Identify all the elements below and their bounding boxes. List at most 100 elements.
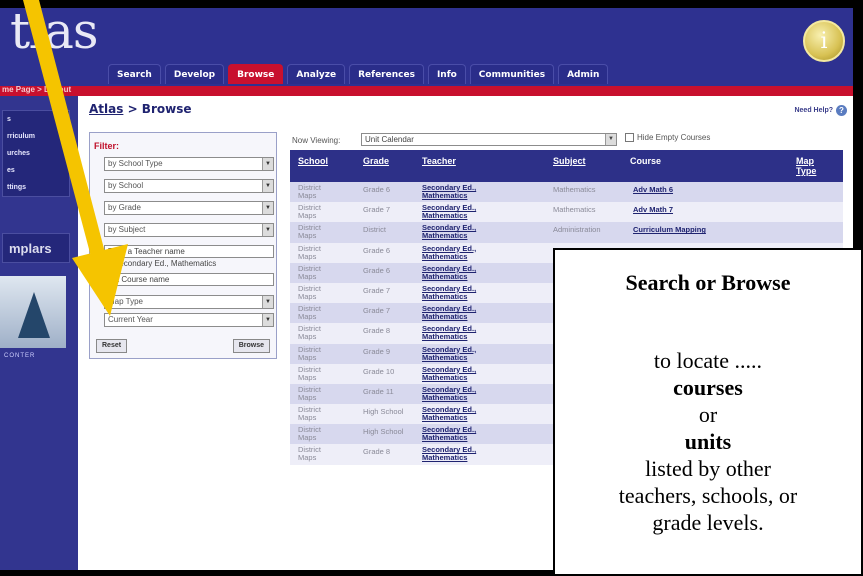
cell-grade: Grade 6 <box>363 265 391 275</box>
photo-caption: CONTER <box>4 353 36 359</box>
col-map-type-line2[interactable]: Type <box>796 166 816 176</box>
cell-school-line: Maps <box>298 372 317 382</box>
cell-course-link[interactable]: Adv Math 6 <box>633 186 673 194</box>
cell-school: District Maps <box>298 426 321 442</box>
col-subject[interactable]: Subject <box>553 156 586 166</box>
sidebar-item[interactable]: ttings <box>3 179 69 196</box>
cell-teacher-link[interactable]: Secondary Ed., Mathematics <box>422 345 476 362</box>
tab-browse[interactable]: Browse <box>228 64 284 84</box>
cell-grade: High School <box>363 427 404 437</box>
cell-school-line: Maps <box>298 211 317 221</box>
cell-teacher-line: Mathematics <box>422 392 468 402</box>
sidebar-menu: s rriculum urches es ttings <box>2 110 70 197</box>
cell-subject: Mathematics <box>553 185 596 194</box>
cell-grade: Grade 10 <box>363 366 395 376</box>
help-icon: ? <box>836 105 847 116</box>
now-viewing-value: Unit Calendar <box>365 135 414 144</box>
cell-course-link[interactable]: Adv Math 7 <box>633 206 673 214</box>
cell-teacher-line: Mathematics <box>422 271 468 281</box>
cell-teacher-link[interactable]: Secondary Ed., Mathematics <box>422 446 476 462</box>
cell-teacher-link[interactable]: Secondary Ed., Mathematics <box>422 385 476 402</box>
cell-school: District Maps <box>298 204 321 220</box>
now-viewing-select[interactable]: Unit Calendar ▼ <box>361 133 617 146</box>
cell-teacher-line: Mathematics <box>422 251 468 261</box>
cell-teacher-link[interactable]: Secondary Ed., Mathematics <box>422 184 476 200</box>
hide-empty-toggle[interactable]: Hide Empty Courses <box>625 133 710 142</box>
cell-teacher-line: Mathematics <box>422 352 468 362</box>
sidebar-item[interactable]: urches <box>3 145 69 162</box>
need-help-link[interactable]: Need Help? ? <box>794 105 847 116</box>
grade-select[interactable]: by Grade ▼ <box>104 201 274 215</box>
browse-button[interactable]: Browse <box>232 339 270 353</box>
cell-school: District Maps <box>298 406 321 422</box>
cell-teacher-link[interactable]: Secondary Ed., Mathematics <box>422 305 476 321</box>
cell-teacher-link[interactable]: Secondary Ed., Mathematics <box>422 224 476 240</box>
tab-analyze[interactable]: Analyze <box>287 64 346 84</box>
cell-school-line: Maps <box>298 291 317 301</box>
sidebar-item[interactable]: rriculum <box>3 128 69 145</box>
cell-teacher-link[interactable]: Secondary Ed., Mathematics <box>422 264 476 281</box>
cell-teacher-link[interactable]: Secondary Ed., Mathematics <box>422 365 476 382</box>
sidebar-item[interactable]: es <box>3 162 69 179</box>
cell-grade: Grade 8 <box>363 447 391 457</box>
tab-communities[interactable]: Communities <box>469 64 555 84</box>
cell-course-link[interactable]: Curriculum Mapping <box>633 226 706 234</box>
cell-teacher-link[interactable]: Secondary Ed., Mathematics <box>422 284 476 301</box>
cell-teacher-link[interactable]: Secondary Ed., Mathematics <box>422 426 476 442</box>
tab-info[interactable]: Info <box>427 64 466 84</box>
cell-grade: Grade 8 <box>363 326 391 336</box>
cell-teacher-link[interactable]: Secondary Ed., Mathematics <box>422 204 476 220</box>
map-type-select[interactable]: Map Type ▼ <box>104 295 274 309</box>
col-map-type[interactable]: Map <box>796 156 814 166</box>
sidebar-exemplars-heading[interactable]: mplars <box>2 233 70 263</box>
tab-search[interactable]: Search <box>108 64 161 84</box>
cell-grade: Grade 7 <box>363 205 391 215</box>
cell-school: District Maps <box>298 345 321 362</box>
info-seal-icon[interactable]: i <box>803 20 845 62</box>
col-teacher[interactable]: Teacher <box>422 156 456 166</box>
reset-button[interactable]: Reset <box>96 339 128 353</box>
cell-teacher-line: Mathematics <box>422 191 468 200</box>
cell-teacher-link[interactable]: Secondary Ed., Mathematics <box>422 325 476 341</box>
need-help-label: Need Help? <box>794 107 833 114</box>
tab-develop[interactable]: Develop <box>164 64 225 84</box>
cell-teacher-link[interactable]: Secondary Ed., Mathematics <box>422 406 476 422</box>
col-course[interactable]: Course <box>630 156 661 166</box>
teacher-name-input[interactable]: Type a Teacher name <box>104 245 274 258</box>
tab-admin[interactable]: Admin <box>558 64 609 84</box>
exemplar-photo[interactable] <box>0 276 66 348</box>
col-school[interactable]: School <box>298 156 328 166</box>
subject-select[interactable]: by Subject ▼ <box>104 223 274 237</box>
school-type-select[interactable]: by School Type ▼ <box>104 157 274 171</box>
school-select[interactable]: by School ▼ <box>104 179 274 193</box>
cell-teacher-line: Mathematics <box>422 291 468 301</box>
breadcrumb[interactable]: me Page > Logout <box>2 85 71 94</box>
title-home-link[interactable]: Atlas <box>89 102 123 116</box>
course-name-input[interactable]: e a Course name <box>104 273 274 286</box>
callout-body: to locate ..... courses or units listed … <box>555 347 861 536</box>
main-nav-tabs: Search Develop Browse Analyze References Info… <box>108 64 609 84</box>
callout-emphasis: units <box>684 429 732 454</box>
cell-school: District Maps <box>298 365 321 382</box>
cell-school-line: Maps <box>298 312 317 322</box>
tree-image <box>18 292 50 338</box>
table-row: District Maps District Secondary Ed., Mathem… <box>290 222 843 243</box>
cell-school-line: Maps <box>298 352 317 362</box>
subject-value: by Subject <box>108 225 146 234</box>
hide-empty-checkbox[interactable] <box>625 133 634 142</box>
callout-title: Search or Browse <box>625 270 791 295</box>
cell-teacher-line: Mathematics <box>422 453 468 463</box>
year-select[interactable]: Current Year ▼ <box>104 313 274 327</box>
cell-teacher-link[interactable]: Secondary Ed., Mathematics <box>422 244 476 261</box>
cell-school: District Maps <box>298 305 321 321</box>
filter-label: Filter: <box>94 141 120 151</box>
sidebar-item[interactable]: s <box>3 111 69 128</box>
chevron-down-icon: ▼ <box>262 202 273 214</box>
cell-teacher-line: Mathematics <box>422 231 468 241</box>
tab-references[interactable]: References <box>349 64 424 84</box>
chevron-down-icon: ▼ <box>605 134 616 145</box>
grade-value: by Grade <box>108 203 141 212</box>
col-grade[interactable]: Grade <box>363 156 389 166</box>
cell-grade: Grade 7 <box>363 306 391 316</box>
cell-school-line: Maps <box>298 332 317 342</box>
